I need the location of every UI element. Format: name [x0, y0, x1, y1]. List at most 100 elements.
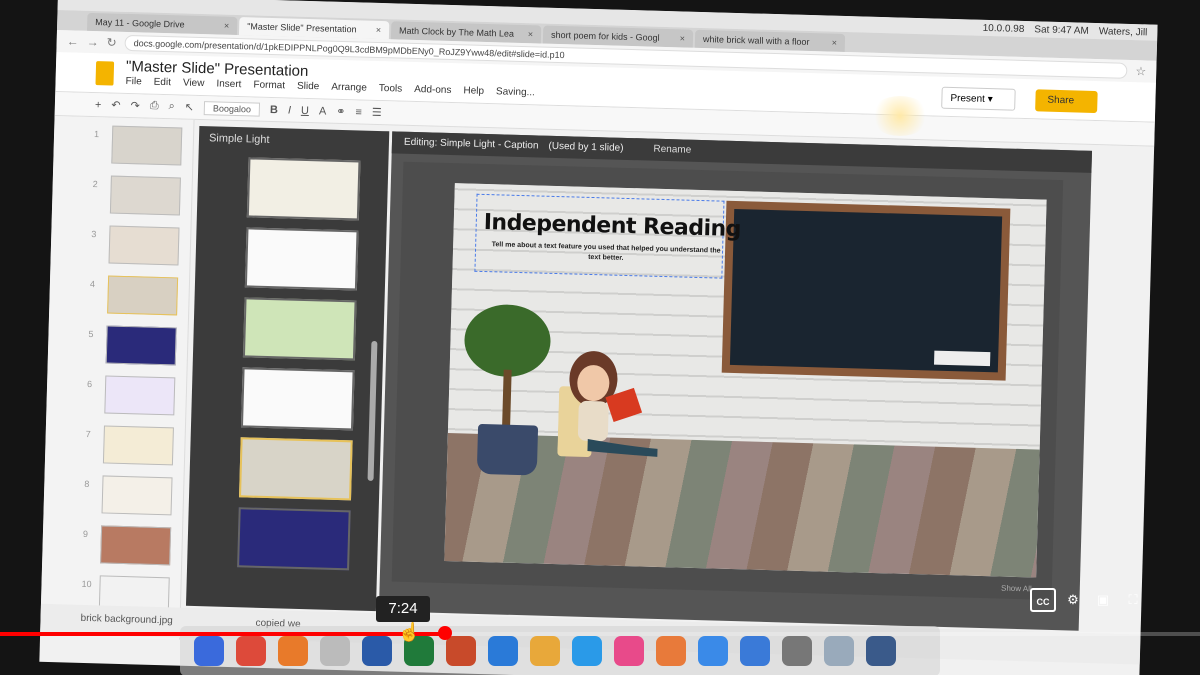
slide-thumbnail[interactable] — [102, 425, 174, 466]
close-icon[interactable]: × — [224, 21, 230, 31]
bitmoji-reading-image[interactable] — [557, 346, 680, 469]
fullscreen-icon[interactable]: ⛶ — [1120, 588, 1146, 612]
slides-logo-icon[interactable] — [95, 61, 115, 86]
chalkboard-surface — [729, 208, 1003, 373]
powerpoint-icon[interactable] — [446, 636, 476, 666]
slide-thumbnail[interactable] — [100, 525, 172, 566]
slide-number: 7 — [85, 428, 91, 440]
saving-status: Saving... — [495, 86, 536, 99]
word-icon[interactable] — [362, 636, 392, 666]
menu-format[interactable]: Format — [253, 79, 285, 91]
folder-icon[interactable] — [824, 636, 854, 666]
video-scrubber-handle[interactable] — [438, 626, 452, 640]
close-icon[interactable]: × — [376, 25, 382, 35]
italic-icon[interactable]: I — [288, 104, 291, 116]
close-icon[interactable]: × — [832, 38, 838, 48]
slide-canvas[interactable]: Independent Reading Tell me about a text… — [444, 183, 1047, 578]
font-select[interactable]: Boogaloo — [203, 100, 261, 117]
light-glare — [870, 96, 930, 136]
editor-canvas: Independent Reading Tell me about a text… — [391, 161, 1064, 600]
layout-thumbnail[interactable] — [240, 367, 355, 431]
ibooks-icon[interactable] — [656, 636, 686, 666]
chrome-icon[interactable] — [236, 636, 266, 666]
system-preferences-icon[interactable] — [782, 636, 812, 666]
print-icon[interactable]: ⎙ — [150, 100, 159, 113]
slide-thumbnail[interactable] — [111, 125, 183, 166]
reload-icon[interactable]: ↻ — [106, 35, 116, 49]
monitor-screen: 10.0.0.98 Sat 9:47 AM Waters, Jill May 1… — [39, 0, 1158, 675]
underline-icon[interactable]: U — [301, 104, 309, 116]
menu-file[interactable]: File — [125, 76, 141, 87]
slide-number: 10 — [81, 578, 92, 590]
app-icon[interactable] — [320, 636, 350, 666]
itunes-icon[interactable] — [614, 636, 644, 666]
layout-thumbnail[interactable] — [246, 157, 361, 221]
hand-cursor-icon: ☝ — [398, 622, 421, 642]
slide-thumbnail[interactable] — [105, 325, 177, 366]
user-name: Waters, Jill — [1098, 25, 1148, 38]
back-arrow-icon[interactable]: ← — [66, 34, 78, 48]
ip-address: 10.0.0.98 — [982, 22, 1025, 35]
star-icon[interactable]: ☆ — [1135, 64, 1146, 78]
menu-add-ons[interactable]: Add-ons — [414, 84, 452, 96]
editing-label: Editing: Simple Light - Caption — [403, 136, 539, 152]
miniplayer-icon[interactable]: ▣ — [1090, 588, 1116, 612]
show-all-link[interactable]: Show All — [1001, 584, 1032, 594]
layout-editor: Editing: Simple Light - Caption (Used by… — [378, 131, 1093, 631]
video-progress-fill — [0, 632, 446, 636]
settings-gear-icon[interactable]: ⚙ — [1060, 588, 1086, 612]
slide-thumbnail[interactable] — [101, 475, 173, 516]
menu-insert[interactable]: Insert — [216, 78, 241, 90]
slide-thumbnail[interactable] — [107, 275, 179, 316]
text-color-icon[interactable]: A — [319, 105, 327, 117]
slide-thumbnail[interactable] — [108, 225, 180, 266]
firefox-icon[interactable] — [278, 636, 308, 666]
close-icon[interactable]: × — [680, 33, 686, 43]
chalkboard-image[interactable] — [721, 200, 1011, 381]
slide-thumbnail[interactable] — [104, 375, 176, 416]
layout-thumbnail[interactable] — [237, 507, 351, 571]
slide-filmstrip: 1 2 3 4 5 6 7 8 9 10 — [40, 115, 195, 640]
link-icon[interactable]: ⚭ — [336, 105, 346, 118]
list-icon[interactable]: ☰ — [372, 106, 382, 119]
slide-number: 4 — [89, 279, 96, 290]
align-icon[interactable]: ≡ — [355, 106, 362, 118]
layouts-panel: Simple Light — [185, 125, 390, 612]
menu-edit[interactable]: Edit — [154, 77, 172, 88]
onedrive-icon[interactable] — [488, 636, 518, 666]
download-filename[interactable]: brick background.jpg — [80, 613, 173, 627]
close-icon[interactable]: × — [528, 29, 534, 39]
menu-tools[interactable]: Tools — [379, 83, 403, 95]
layout-thumbnail-selected[interactable] — [239, 437, 353, 501]
menu-slide[interactable]: Slide — [297, 81, 320, 93]
slide-number: 2 — [92, 179, 98, 190]
safari-icon[interactable] — [194, 636, 224, 666]
captions-icon[interactable]: CC — [1030, 588, 1056, 612]
zoom-app-icon[interactable] — [866, 636, 896, 666]
select-cursor-icon[interactable]: ↖ — [185, 101, 195, 114]
forward-arrow-icon[interactable]: → — [86, 35, 98, 49]
menu-arrange[interactable]: Arrange — [331, 82, 367, 94]
self-service-icon[interactable] — [740, 636, 770, 666]
menu-help[interactable]: Help — [463, 85, 484, 97]
messages-icon[interactable] — [572, 636, 602, 666]
rename-button[interactable]: Rename — [653, 144, 691, 157]
layout-thumbnail[interactable] — [244, 227, 359, 291]
zoom-icon[interactable]: ⌕ — [168, 100, 175, 113]
share-button[interactable]: Share — [1035, 89, 1098, 114]
menu-view[interactable]: View — [183, 78, 205, 90]
layout-thumbnail[interactable] — [242, 297, 357, 361]
slide-number: 3 — [91, 229, 97, 240]
photos-icon[interactable] — [530, 636, 560, 666]
plant-pot-image — [476, 423, 539, 476]
system-clock: Sat 9:47 AM — [1034, 23, 1089, 37]
new-slide-icon[interactable]: + — [95, 99, 102, 111]
layouts-scrollbar[interactable] — [367, 340, 378, 481]
bold-icon[interactable]: B — [270, 103, 278, 115]
undo-icon[interactable]: ↶ — [111, 99, 121, 112]
app-store-icon[interactable] — [698, 636, 728, 666]
redo-icon[interactable]: ↷ — [130, 99, 140, 112]
present-button[interactable]: Present ▾ — [941, 86, 1016, 111]
slide-thumbnail[interactable] — [109, 175, 181, 216]
theme-name: Simple Light — [208, 132, 270, 146]
